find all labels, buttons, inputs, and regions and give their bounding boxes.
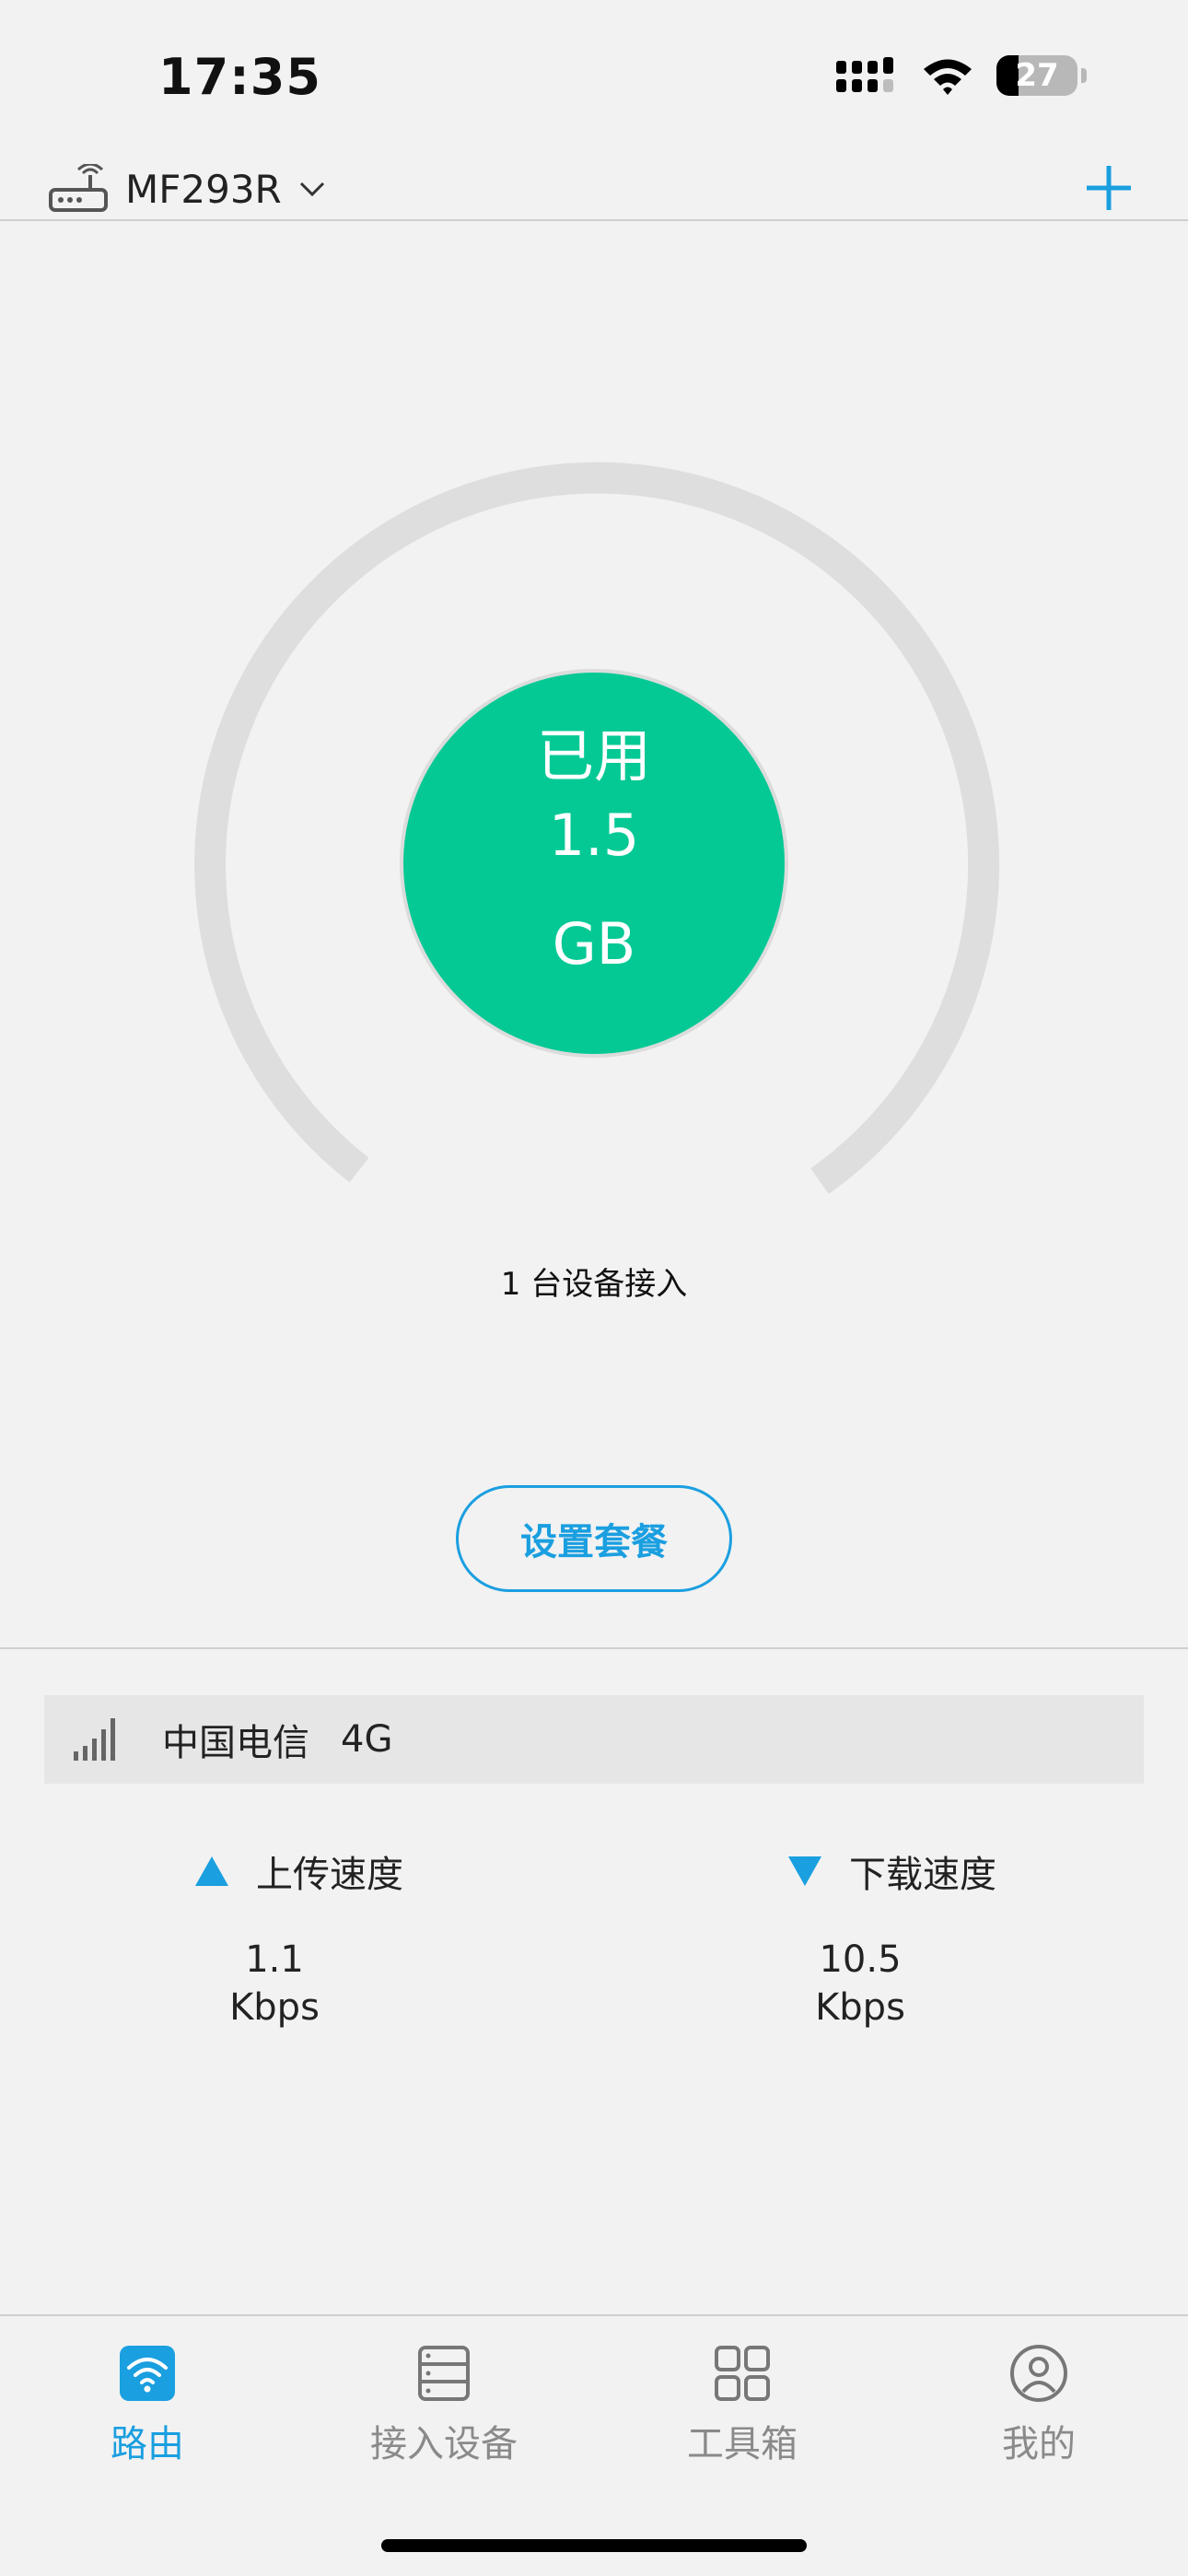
chevron-down-icon: [299, 181, 324, 197]
status-time: 17:35: [158, 48, 321, 106]
download-arrow-icon: [788, 1856, 821, 1886]
usage-unit: GB: [552, 910, 636, 978]
download-speed-block: 下载速度 10.5 Kbps: [786, 1844, 1155, 2029]
download-speed-value: 10.5: [819, 1938, 902, 1981]
user-profile-icon: [1010, 2345, 1067, 2402]
tab-label: 我的: [1002, 2423, 1076, 2465]
signal-strength-icon: [74, 1718, 115, 1761]
add-router-button[interactable]: [1081, 160, 1136, 216]
router-icon: [49, 164, 108, 212]
set-plan-button[interactable]: 设置套餐: [456, 1485, 732, 1592]
usage-label: 已用: [536, 722, 651, 790]
tab-connected-devices[interactable]: 接入设备: [324, 2344, 564, 2467]
wifi-router-icon: [120, 2346, 175, 2401]
upload-arrow-icon: [195, 1856, 228, 1886]
upload-speed-block: 上传速度 1.1 Kbps: [193, 1844, 562, 2029]
section-divider: [0, 1647, 1188, 1649]
download-speed-title: 下载速度: [849, 1854, 996, 1896]
download-speed-unit: Kbps: [815, 1986, 905, 2029]
data-usage-circle: 已用 1.5 GB: [400, 669, 788, 1058]
grid-toolbox-icon: [715, 2346, 770, 2401]
router-selector[interactable]: MF293R: [48, 164, 326, 214]
upload-speed-title: 上传速度: [256, 1854, 403, 1896]
tab-profile[interactable]: 我的: [919, 2344, 1159, 2467]
devices-list-icon: [418, 2346, 470, 2401]
upload-speed-unit: Kbps: [229, 1986, 320, 2029]
wifi-status-icon: [924, 59, 972, 95]
tab-label: 路由: [111, 2423, 184, 2465]
bottom-tab-bar: 路由 接入设备 工具箱 我的: [0, 2314, 1188, 2576]
router-name: MF293R: [125, 166, 282, 212]
carrier-name: 中国电信: [162, 1722, 309, 1764]
battery-level: 27: [1015, 57, 1059, 94]
connected-devices-text: 1 台设备接入: [500, 1266, 688, 1303]
network-type: 4G: [341, 1718, 393, 1761]
home-indicator: [381, 2539, 807, 2552]
tab-toolbox[interactable]: 工具箱: [623, 2344, 862, 2467]
carrier-bar: 中国电信 4G: [44, 1695, 1144, 1784]
status-icons: 27: [836, 55, 1087, 96]
tab-label: 工具箱: [687, 2423, 798, 2465]
tab-label: 接入设备: [370, 2423, 518, 2465]
usage-value: 1.5: [548, 802, 640, 869]
cellular-signal-icon: [836, 57, 893, 92]
tab-router[interactable]: 路由: [28, 2344, 267, 2467]
battery-indicator: 27: [996, 55, 1077, 96]
upload-speed-value: 1.1: [245, 1938, 304, 1981]
